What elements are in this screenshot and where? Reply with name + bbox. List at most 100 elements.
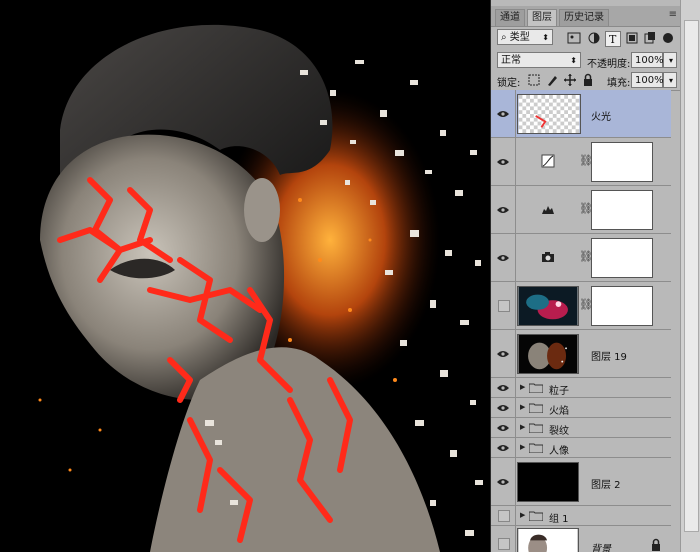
folder-icon bbox=[529, 383, 543, 393]
hidden-visibility-box bbox=[498, 300, 510, 312]
tab-channels[interactable]: 通道 bbox=[495, 9, 525, 26]
document-canvas[interactable] bbox=[0, 0, 493, 552]
hidden-visibility-box bbox=[498, 510, 510, 522]
filter-type-icon[interactable]: T bbox=[605, 31, 621, 47]
layer-row-nebula[interactable]: ⛓ bbox=[491, 282, 671, 330]
chevron-down-icon: ▾ bbox=[668, 76, 673, 85]
folder-icon bbox=[529, 511, 543, 521]
opacity-label: 不透明度: bbox=[587, 59, 631, 70]
visibility-toggle[interactable] bbox=[491, 330, 516, 377]
blend-mode-select[interactable]: 正常 ⬍ bbox=[497, 52, 581, 68]
visibility-toggle[interactable] bbox=[491, 458, 516, 505]
curves-adjustment-icon bbox=[541, 154, 555, 168]
folder-icon bbox=[529, 443, 543, 453]
layer-row-layer-2[interactable]: 图层 2 bbox=[491, 458, 671, 506]
eye-icon bbox=[497, 385, 509, 391]
layer-thumbnail bbox=[517, 334, 579, 374]
layer-group-portrait[interactable]: ▶ 人像 bbox=[491, 438, 671, 458]
visibility-toggle[interactable] bbox=[491, 526, 516, 552]
opacity-input[interactable]: 100% bbox=[631, 52, 664, 68]
scrollbar-thumb[interactable] bbox=[684, 20, 699, 532]
lock-position-icon[interactable] bbox=[563, 73, 577, 87]
layer-name[interactable]: 火光 bbox=[591, 108, 611, 123]
filter-shape-icon[interactable] bbox=[625, 31, 639, 45]
group-name[interactable]: 粒子 bbox=[549, 382, 569, 397]
layer-row-layer-19[interactable]: 图层 19 bbox=[491, 330, 671, 378]
visibility-toggle[interactable] bbox=[491, 506, 516, 525]
chevron-down-icon: ⬍ bbox=[570, 56, 577, 65]
expand-triangle-icon[interactable]: ▶ bbox=[520, 403, 525, 411]
blend-mode-value: 正常 bbox=[501, 55, 521, 66]
filter-smart-object-icon[interactable] bbox=[643, 31, 657, 45]
layers-panel: 通道 图层 历史记录 ≡ ⌕ 类型 ⬍ T 正常 ⬍ 不透明度: 100% ▾ … bbox=[490, 0, 681, 552]
visibility-toggle[interactable] bbox=[491, 418, 516, 437]
layer-name[interactable]: 图层 19 bbox=[591, 348, 627, 363]
folder-icon bbox=[529, 403, 543, 413]
eye-icon bbox=[497, 159, 509, 165]
svg-text:T: T bbox=[609, 33, 617, 46]
fill-input[interactable]: 100% bbox=[631, 72, 664, 88]
lock-transparent-icon[interactable] bbox=[527, 73, 541, 87]
lock-label: 锁定: bbox=[497, 78, 521, 89]
layer-name[interactable]: 背景 bbox=[591, 540, 611, 552]
visibility-toggle[interactable] bbox=[491, 438, 516, 457]
layer-group-particles[interactable]: ▶ 粒子 bbox=[491, 378, 671, 398]
layer-group-group-1[interactable]: ▶ 组 1 bbox=[491, 506, 671, 526]
expand-triangle-icon[interactable]: ▶ bbox=[520, 511, 525, 519]
filter-kind-value: 类型 bbox=[509, 32, 530, 43]
fill-dropdown-button[interactable]: ▾ bbox=[663, 72, 677, 88]
mask-thumbnail[interactable] bbox=[591, 286, 653, 326]
panel-menu-icon[interactable]: ≡ bbox=[669, 9, 677, 20]
mask-thumbnail[interactable] bbox=[591, 142, 653, 182]
expand-triangle-icon[interactable]: ▶ bbox=[520, 443, 525, 451]
eye-icon bbox=[497, 479, 509, 485]
layer-row-curves[interactable]: ⛓ bbox=[491, 138, 671, 186]
filter-pixel-icon[interactable] bbox=[567, 31, 581, 45]
layer-list[interactable]: 火光 ⛓ ⛓ ⛓ ⛓ 图层 19 ▶ 粒子 ▶ 火焰 ▶ 裂纹 ▶ 人像 图层 … bbox=[491, 90, 671, 552]
mask-thumbnail[interactable] bbox=[591, 238, 653, 278]
layer-row-levels[interactable]: ⛓ bbox=[491, 186, 671, 234]
chevron-down-icon: ⬍ bbox=[542, 33, 549, 42]
visibility-toggle[interactable] bbox=[491, 234, 516, 281]
visibility-toggle[interactable] bbox=[491, 138, 516, 185]
visibility-toggle[interactable] bbox=[491, 378, 516, 397]
tab-layers[interactable]: 图层 bbox=[527, 9, 557, 26]
levels-adjustment-icon bbox=[542, 206, 554, 214]
layer-thumbnail bbox=[517, 462, 579, 502]
layer-group-flame[interactable]: ▶ 火焰 bbox=[491, 398, 671, 418]
visibility-toggle[interactable] bbox=[491, 186, 516, 233]
lock-pixels-icon[interactable] bbox=[545, 73, 559, 87]
visibility-toggle[interactable] bbox=[491, 90, 516, 137]
filter-kind-select[interactable]: ⌕ 类型 ⬍ bbox=[497, 29, 553, 45]
layer-thumbnail bbox=[517, 528, 579, 552]
lock-icon bbox=[652, 538, 660, 551]
panel-scrollbar[interactable] bbox=[680, 0, 700, 552]
expand-triangle-icon[interactable]: ▶ bbox=[520, 383, 525, 391]
visibility-toggle[interactable] bbox=[491, 282, 516, 329]
opacity-dropdown-button[interactable]: ▾ bbox=[663, 52, 677, 68]
camera-adjustment-icon bbox=[542, 252, 554, 262]
layer-group-crack[interactable]: ▶ 裂纹 bbox=[491, 418, 671, 438]
layer-row-photo-filter[interactable]: ⛓ bbox=[491, 234, 671, 282]
group-name[interactable]: 组 1 bbox=[549, 510, 569, 525]
visibility-toggle[interactable] bbox=[491, 398, 516, 417]
layer-row-background[interactable]: 背景 bbox=[491, 526, 671, 552]
hidden-visibility-box bbox=[498, 538, 510, 550]
ear-shape bbox=[244, 178, 280, 242]
folder-icon bbox=[529, 423, 543, 433]
mask-thumbnail[interactable] bbox=[591, 190, 653, 230]
group-name[interactable]: 火焰 bbox=[549, 402, 569, 417]
layer-name[interactable]: 图层 2 bbox=[591, 476, 621, 491]
layer-row-huoguang[interactable]: 火光 bbox=[491, 90, 671, 138]
eye-icon bbox=[497, 111, 509, 117]
filter-row: ⌕ 类型 ⬍ T bbox=[491, 28, 681, 48]
tab-history[interactable]: 历史记录 bbox=[559, 9, 609, 26]
group-name[interactable]: 裂纹 bbox=[549, 422, 569, 437]
eye-icon bbox=[497, 207, 509, 213]
panel-tab-bar: 通道 图层 历史记录 ≡ bbox=[491, 6, 681, 27]
filter-toggle-icon[interactable] bbox=[661, 31, 675, 45]
filter-adjustment-icon[interactable] bbox=[587, 31, 601, 45]
lock-all-icon[interactable] bbox=[581, 73, 595, 87]
group-name[interactable]: 人像 bbox=[549, 442, 569, 457]
expand-triangle-icon[interactable]: ▶ bbox=[520, 423, 525, 431]
